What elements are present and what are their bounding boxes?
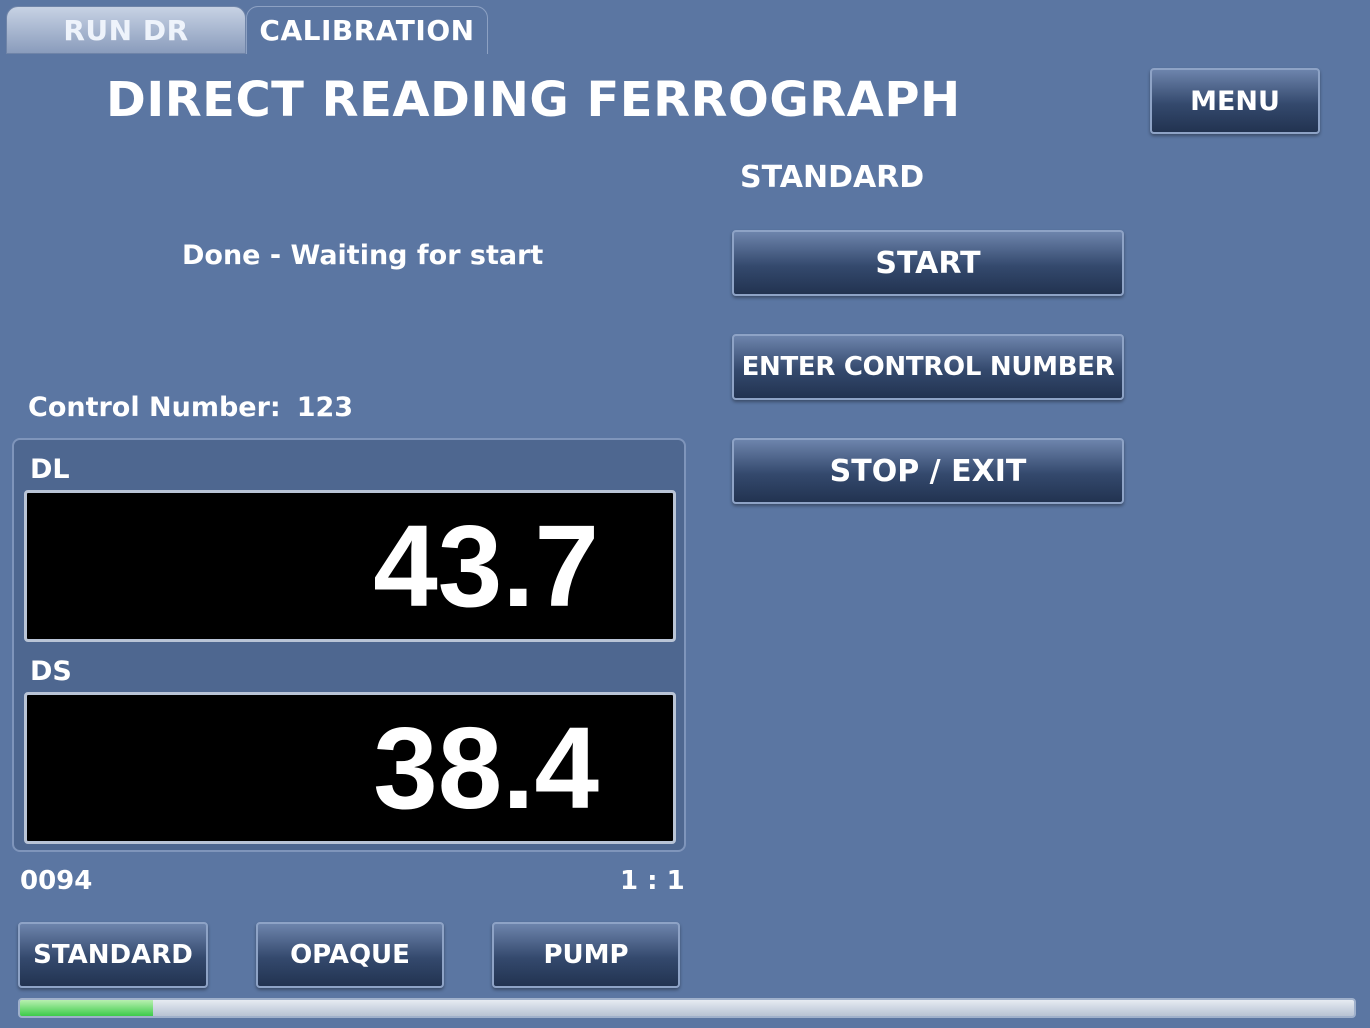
tab-run-dr[interactable]: RUN DR <box>6 6 246 54</box>
pump-button[interactable]: PUMP <box>492 922 680 988</box>
menu-button[interactable]: MENU <box>1150 68 1320 134</box>
status-message: Done - Waiting for start <box>182 240 544 271</box>
tab-calibration[interactable]: CALIBRATION <box>246 6 488 54</box>
page-title: DIRECT READING FERROGRAPH <box>106 72 961 128</box>
progress-bar <box>18 998 1356 1018</box>
stop-exit-button[interactable]: STOP / EXIT <box>732 438 1124 504</box>
sample-counter: 0094 <box>20 866 93 896</box>
readings-panel: DL 43.7 DS 38.4 <box>12 438 686 852</box>
control-number-label: Control Number: <box>28 392 281 423</box>
mode-label: STANDARD <box>740 160 925 195</box>
start-button[interactable]: START <box>732 230 1124 296</box>
standard-button[interactable]: STANDARD <box>18 922 208 988</box>
ratio-readout: 1 : 1 <box>620 866 685 896</box>
control-number-row: Control Number: 123 <box>28 392 353 423</box>
ds-value-display: 38.4 <box>24 692 676 844</box>
enter-control-number-button[interactable]: ENTER CONTROL NUMBER <box>732 334 1124 400</box>
control-number-value: 123 <box>296 392 354 423</box>
opaque-button[interactable]: OPAQUE <box>256 922 444 988</box>
dl-value-display: 43.7 <box>24 490 676 642</box>
progress-bar-fill <box>20 1000 154 1016</box>
dl-label: DL <box>30 454 70 485</box>
ds-label: DS <box>30 656 72 687</box>
